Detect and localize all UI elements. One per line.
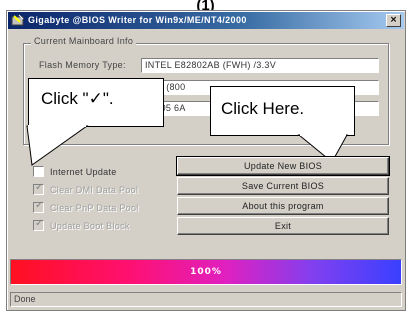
app-icon (11, 14, 24, 26)
close-button[interactable]: × (386, 14, 401, 27)
clear-dmi-checkbox[interactable]: ✓ (33, 182, 44, 195)
check-mark-icon: ✓ (35, 200, 44, 211)
window-title: Gigabyte @BIOS Writer for Win9x/ME/NT4/2… (28, 15, 247, 25)
mainboard-info-title: Current Mainboard Info (31, 36, 137, 46)
callout-click-here: Click Here. (210, 86, 355, 136)
title-bar[interactable]: Gigabyte @BIOS Writer for Win9x/ME/NT4/2… (8, 12, 404, 29)
progress-percent: 100% (190, 267, 222, 277)
progress-bar: 100% (10, 259, 402, 285)
update-boot-block-label: Update Boot Block (50, 221, 130, 231)
exit-button[interactable]: Exit (177, 217, 389, 235)
clear-pnp-checkbox[interactable]: ✓ (33, 200, 44, 213)
check-mark-icon: ✓ (35, 218, 44, 229)
save-bios-button[interactable]: Save Current BIOS (177, 177, 389, 195)
update-boot-block-checkbox[interactable]: ✓ (33, 218, 44, 231)
check-mark-icon: ✓ (35, 182, 44, 193)
callout-click-here-text: Click Here. (221, 99, 305, 118)
clear-dmi-label: Clear DMI Data Pool (50, 185, 139, 195)
status-bar: Done (10, 292, 402, 307)
update-bios-button[interactable]: Update New BIOS (176, 156, 390, 176)
callout-click-check-text: Click "✓". (41, 89, 114, 108)
clear-pnp-label: Clear PnP Data Pool (50, 203, 139, 213)
internet-update-label: Internet Update (50, 167, 117, 177)
flash-memory-label: Flash Memory Type: (39, 60, 126, 70)
bios-writer-window: Gigabyte @BIOS Writer for Win9x/ME/NT4/2… (6, 10, 406, 311)
about-button[interactable]: About this program (177, 197, 389, 215)
flash-memory-value: INTEL E82802AB (FWH) /3.3V (141, 58, 379, 73)
callout-click-check: Click "✓". (28, 78, 164, 127)
internet-update-checkbox[interactable] (33, 166, 44, 177)
